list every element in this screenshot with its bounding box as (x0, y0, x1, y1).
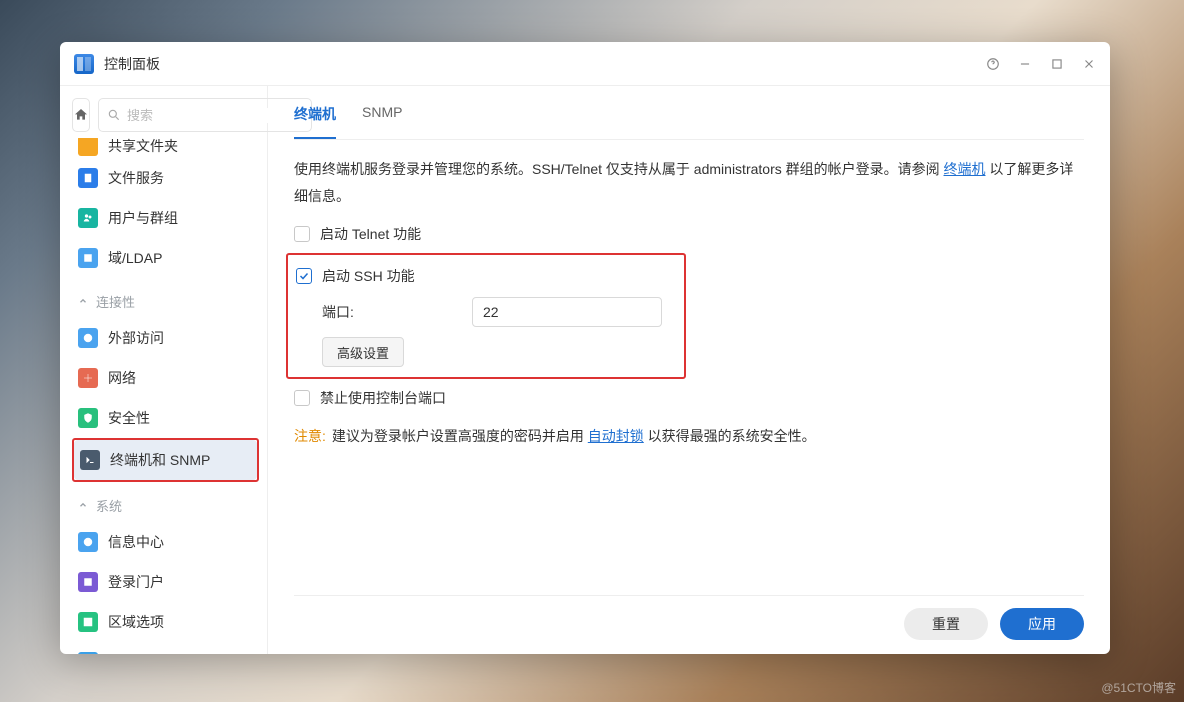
ssh-highlight-box: 启动 SSH 功能 端口: 高级设置 (286, 253, 686, 379)
label-port: 端口: (322, 299, 472, 326)
tab-snmp[interactable]: SNMP (362, 104, 402, 139)
sidebar-item-file-services[interactable]: 文件服务 (72, 158, 259, 198)
description: 使用终端机服务登录并管理您的系统。SSH/Telnet 仅支持从属于 admin… (294, 156, 1084, 209)
bell-icon (78, 652, 98, 654)
help-button[interactable] (986, 57, 1000, 71)
sidebar-item-notification[interactable]: 通知设置 (72, 642, 259, 654)
home-button[interactable] (72, 98, 90, 132)
network-icon (78, 368, 98, 388)
portal-icon (78, 572, 98, 592)
checkbox-disable-console[interactable] (294, 390, 310, 406)
shield-icon (78, 408, 98, 428)
region-icon (78, 612, 98, 632)
control-panel-window: 控制面板 共享文件夹 (60, 42, 1110, 654)
sidebar-item-label: 共享文件夹 (108, 138, 178, 156)
sidebar-item-label: 信息中心 (108, 532, 164, 552)
sidebar-group-connectivity[interactable]: 连接性 (72, 284, 259, 318)
sidebar-item-users-groups[interactable]: 用户与群组 (72, 198, 259, 238)
window-title: 控制面板 (104, 54, 160, 74)
info-icon (78, 532, 98, 552)
sidebar-item-label: 网络 (108, 368, 136, 388)
footer: 重置 应用 (294, 595, 1084, 640)
watermark: @51CTO博客 (1101, 679, 1176, 696)
users-icon (78, 208, 98, 228)
row-disable-console: 禁止使用控制台端口 (294, 383, 1084, 413)
sidebar-item-terminal-snmp[interactable]: 终端机和 SNMP (74, 440, 257, 480)
search-icon (107, 108, 121, 122)
link-terminal-help[interactable]: 终端机 (944, 161, 986, 177)
sidebar-item-shared-folder[interactable]: 共享文件夹 (72, 138, 259, 158)
sidebar-item-label: 外部访问 (108, 328, 164, 348)
sidebar: 共享文件夹 文件服务 用户与群组 域/LDAP 连接性 (60, 86, 268, 654)
sidebar-item-info-center[interactable]: 信息中心 (72, 522, 259, 562)
globe-icon (78, 328, 98, 348)
domain-icon (78, 248, 98, 268)
tabs: 终端机 SNMP (294, 104, 1084, 140)
terminal-icon (80, 450, 100, 470)
sidebar-item-network[interactable]: 网络 (72, 358, 259, 398)
reset-button[interactable]: 重置 (904, 608, 988, 640)
minimize-button[interactable] (1018, 57, 1032, 71)
maximize-button[interactable] (1050, 57, 1064, 71)
sidebar-item-label: 文件服务 (108, 168, 164, 188)
note: 注意:建议为登录帐户设置高强度的密码并启用 自动封锁 以获得最强的系统安全性。 (294, 423, 1084, 450)
close-button[interactable] (1082, 57, 1096, 71)
label-disable-console: 禁止使用控制台端口 (320, 385, 446, 412)
sidebar-item-security[interactable]: 安全性 (72, 398, 259, 438)
sidebar-item-label: 用户与群组 (108, 208, 178, 228)
sidebar-group-system[interactable]: 系统 (72, 488, 259, 522)
row-telnet: 启动 Telnet 功能 (294, 219, 1084, 249)
sidebar-item-label: 登录门户 (108, 572, 164, 592)
titlebar: 控制面板 (60, 42, 1110, 86)
folder-icon (78, 138, 98, 156)
link-auto-block[interactable]: 自动封锁 (588, 428, 644, 444)
checkbox-telnet[interactable] (294, 226, 310, 242)
sidebar-item-label: 区域选项 (108, 612, 164, 632)
sidebar-item-regional-options[interactable]: 区域选项 (72, 602, 259, 642)
chevron-up-icon (78, 500, 88, 510)
file-icon (78, 168, 98, 188)
tab-content: 使用终端机服务登录并管理您的系统。SSH/Telnet 仅支持从属于 admin… (294, 140, 1084, 450)
sidebar-item-external-access[interactable]: 外部访问 (72, 318, 259, 358)
label-ssh: 启动 SSH 功能 (322, 263, 415, 290)
sidebar-item-label: 通知设置 (108, 652, 164, 654)
apply-button[interactable]: 应用 (1000, 608, 1084, 640)
tab-terminal[interactable]: 终端机 (294, 104, 336, 139)
advanced-settings-button[interactable]: 高级设置 (322, 337, 404, 367)
sidebar-selected-highlight: 终端机和 SNMP (72, 438, 259, 482)
label-telnet: 启动 Telnet 功能 (320, 221, 421, 248)
chevron-up-icon (78, 296, 88, 306)
input-port[interactable] (472, 297, 662, 327)
sidebar-item-label: 安全性 (108, 408, 150, 428)
sidebar-item-label: 域/LDAP (108, 248, 162, 268)
sidebar-item-login-portal[interactable]: 登录门户 (72, 562, 259, 602)
row-ssh: 启动 SSH 功能 (296, 261, 676, 291)
note-tag: 注意: (294, 428, 326, 444)
sidebar-item-label: 终端机和 SNMP (110, 450, 210, 470)
app-icon (74, 54, 94, 74)
checkbox-ssh[interactable] (296, 268, 312, 284)
sidebar-item-domain-ldap[interactable]: 域/LDAP (72, 238, 259, 278)
main-panel: 终端机 SNMP 使用终端机服务登录并管理您的系统。SSH/Telnet 仅支持… (268, 86, 1110, 654)
